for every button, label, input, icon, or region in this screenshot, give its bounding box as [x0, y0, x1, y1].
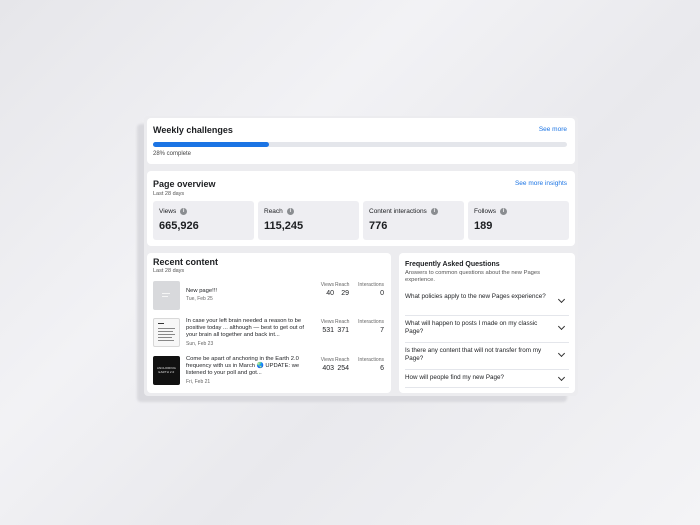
post-row[interactable]: In case your left brain needed a reason … — [153, 318, 385, 348]
weekly-challenges-card: Weekly challenges See more 28% complete — [147, 118, 575, 164]
post-thumbnail — [153, 318, 180, 347]
reach-label: Reach — [335, 319, 350, 325]
faq-question[interactable]: Is there any content that will not trans… — [405, 347, 569, 370]
views-label: Views — [320, 319, 334, 325]
views-value: 403 — [322, 365, 334, 372]
post-thumbnail — [153, 281, 180, 310]
stat-content-interactions[interactable]: Content interactions i 776 — [363, 201, 464, 240]
recent-content-title: Recent content — [153, 257, 219, 267]
info-icon[interactable]: i — [500, 208, 508, 215]
reach-label: Reach — [335, 357, 350, 363]
progress-label: 28% complete — [153, 151, 192, 157]
recent-content-card: Recent content Last 28 days New page!!! … — [147, 253, 391, 393]
post-date: Fri, Feb 21 — [186, 379, 211, 385]
chevron-down-icon[interactable] — [557, 349, 566, 358]
interactions-label: Interactions — [358, 319, 384, 325]
reach-label: Reach — [335, 282, 350, 288]
faq-question[interactable]: What policies apply to the new Pages exp… — [405, 293, 569, 316]
see-more-insights-link[interactable]: See more insights — [515, 180, 567, 187]
question-text: Is there any content that will not trans… — [405, 347, 542, 362]
question-text: What policies apply to the new Pages exp… — [405, 293, 546, 300]
page-overview-card: Page overview Last 28 days See more insi… — [147, 171, 575, 246]
interactions-label: Interactions — [358, 282, 384, 288]
challenge-progress-bar — [153, 142, 567, 147]
stat-follows[interactable]: Follows i 189 — [468, 201, 569, 240]
post-row[interactable]: ANCHORING EARTH 2.0 Come be apart of anc… — [153, 356, 385, 386]
info-icon[interactable]: i — [430, 208, 438, 215]
stat-reach[interactable]: Reach i 115,245 — [258, 201, 359, 240]
stat-label: Views — [159, 208, 177, 215]
stat-value: 189 — [474, 220, 493, 232]
faq-question[interactable]: How will people find my new Page? — [405, 373, 569, 388]
stat-label: Reach — [264, 208, 283, 215]
thumbnail-caption: ANCHORING EARTH 2.0 — [157, 366, 176, 374]
weekly-challenges-title: Weekly challenges — [153, 125, 233, 135]
post-text: In case your left brain needed a reason … — [186, 318, 304, 338]
stat-label: Content interactions — [369, 208, 427, 215]
overview-stats: Views i 665,926 Reach i 115,245 Content in… — [153, 201, 569, 240]
stat-views[interactable]: Views i 665,926 — [153, 201, 254, 240]
interactions-value: 0 — [380, 290, 384, 297]
views-value: 40 — [326, 290, 334, 297]
post-text: New page!!! — [186, 288, 217, 294]
reach-value: 254 — [337, 365, 349, 372]
post-row[interactable]: New page!!! Tue, Feb 25 Views 40 Reach 29 … — [153, 281, 385, 311]
post-text: Come be apart of anchoring in the Earth … — [186, 356, 300, 376]
post-thumbnail: ANCHORING EARTH 2.0 — [153, 356, 180, 385]
recent-content-period: Last 28 days — [153, 268, 185, 274]
page-overview-period: Last 28 days — [153, 191, 185, 197]
interactions-label: Interactions — [358, 357, 384, 363]
chevron-down-icon[interactable] — [557, 373, 566, 382]
faq-subtitle: Answers to common questions about the ne… — [405, 270, 541, 283]
challenge-progress-fill — [153, 142, 269, 147]
stat-value: 665,926 — [159, 220, 199, 232]
post-date: Tue, Feb 25 — [186, 296, 213, 302]
stat-value: 776 — [369, 220, 388, 232]
views-label: Views — [320, 357, 334, 363]
question-text: What will happen to posts I made on my c… — [405, 320, 538, 335]
chevron-down-icon[interactable] — [557, 322, 566, 331]
views-label: Views — [320, 282, 334, 288]
faq-question[interactable]: What will happen to posts I made on my c… — [405, 320, 569, 343]
reach-value: 371 — [337, 327, 349, 334]
chevron-down-icon[interactable] — [557, 295, 566, 304]
faq-card: Frequently Asked Questions Answers to co… — [399, 253, 575, 393]
stat-label: Follows — [474, 208, 497, 215]
post-date: Sun, Feb 23 — [186, 341, 214, 347]
page-overview-title: Page overview — [153, 179, 216, 189]
see-more-link[interactable]: See more — [539, 126, 567, 133]
faq-title: Frequently Asked Questions — [405, 261, 500, 268]
interactions-value: 6 — [380, 365, 384, 372]
question-text: How will people find my new Page? — [405, 374, 505, 381]
reach-value: 29 — [341, 290, 349, 297]
views-value: 531 — [322, 327, 334, 334]
info-icon[interactable]: i — [180, 208, 188, 215]
stat-value: 115,245 — [264, 220, 304, 232]
info-icon[interactable]: i — [286, 208, 294, 215]
interactions-value: 7 — [380, 327, 384, 334]
